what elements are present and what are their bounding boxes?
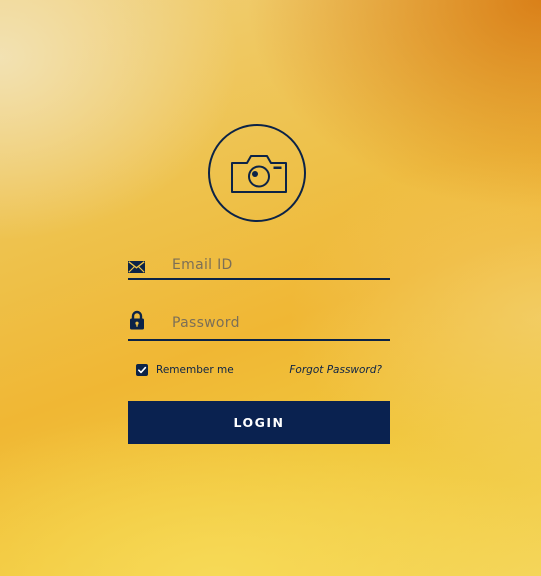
remember-me-checkbox[interactable]: Remember me bbox=[136, 364, 234, 376]
lock-icon bbox=[129, 310, 145, 334]
login-button[interactable]: LOGIN bbox=[128, 401, 390, 444]
password-input[interactable] bbox=[172, 312, 382, 334]
email-underline bbox=[128, 278, 390, 280]
email-input[interactable] bbox=[172, 254, 382, 276]
check-icon bbox=[138, 366, 147, 374]
checkbox-box[interactable] bbox=[136, 364, 148, 376]
camera-icon bbox=[231, 155, 287, 193]
email-field bbox=[128, 254, 390, 280]
password-underline bbox=[128, 339, 390, 341]
remember-me-label: Remember me bbox=[156, 364, 234, 376]
forgot-password-link[interactable]: Forgot Password? bbox=[289, 364, 382, 376]
password-field bbox=[128, 309, 390, 341]
envelope-icon bbox=[128, 258, 145, 277]
avatar bbox=[208, 124, 306, 222]
